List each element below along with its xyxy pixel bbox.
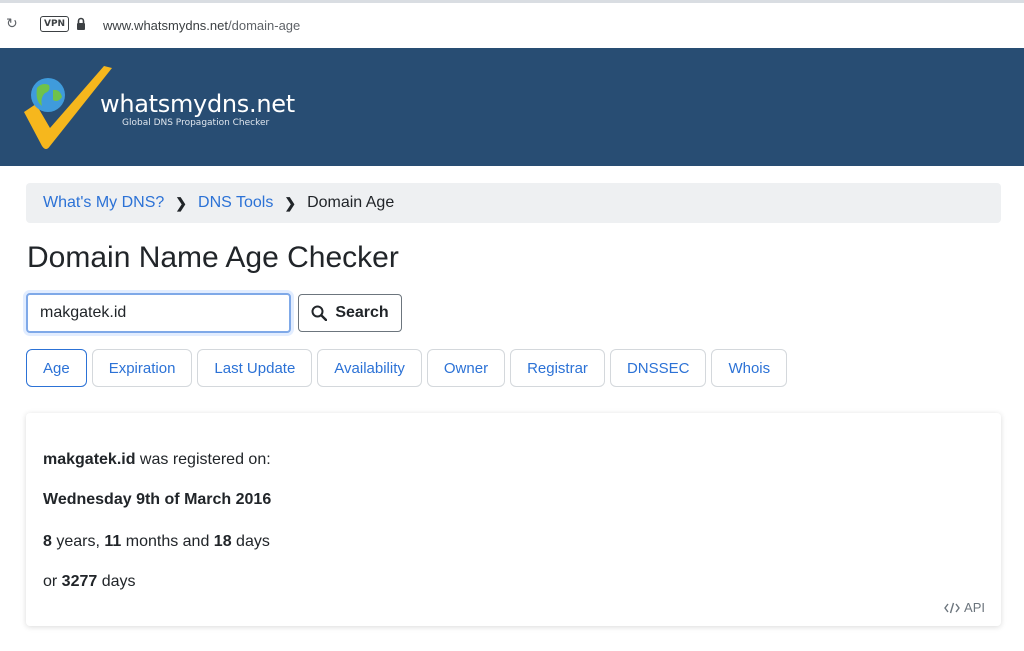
breadcrumb-link-home[interactable]: What's My DNS? [43,194,164,212]
total-days-word: days [97,573,136,590]
site-header: whatsmydns.net Global DNS Propagation Ch… [0,48,1024,166]
breadcrumb-current: Domain Age [307,194,395,211]
result-card: makgatek.id was registered on: Wednesday… [26,413,1001,626]
code-icon [944,602,960,613]
tab-availability[interactable]: Availability [317,349,422,387]
address-bar[interactable]: www.whatsmydns.net/domain-age [103,18,300,33]
url-host: www.whatsmydns.net [103,18,228,33]
tool-tabs: Age Expiration Last Update Availability … [26,349,792,387]
age-years: 8 [43,533,52,550]
tab-expiration[interactable]: Expiration [91,349,193,387]
age-breakdown: 8 years, 11 months and 18 days [43,533,270,551]
months-word: months and [121,533,214,550]
registration-date: Wednesday 9th of March 2016 [43,491,272,508]
lock-icon[interactable] [76,17,86,31]
chevron-right-icon: ❯ [284,194,297,211]
tab-owner[interactable]: Owner [426,349,506,387]
chevron-right-icon: ❯ [175,194,188,211]
api-link[interactable]: API [944,600,985,615]
page-title: Domain Name Age Checker [27,241,399,274]
tab-dnssec[interactable]: DNSSEC [609,349,707,387]
days-word: days [231,533,270,550]
tab-registrar[interactable]: Registrar [510,349,605,387]
age-total-days: or 3277 days [43,573,136,591]
result-domain: makgatek.id [43,451,136,468]
total-days: 3277 [61,573,98,590]
search-button-label: Search [335,304,389,321]
browser-toolbar: ↻ VPN www.whatsmydns.net/domain-age [0,0,1024,46]
registration-line: makgatek.id was registered on: [43,451,271,469]
registered-text: was registered on: [135,451,271,468]
years-word: years, [51,533,105,550]
breadcrumb-link-dns-tools[interactable]: DNS Tools [198,194,273,212]
tab-age[interactable]: Age [26,349,87,387]
site-name[interactable]: whatsmydns.net [100,90,295,118]
api-label: API [964,600,985,615]
breadcrumb: What's My DNS? ❯ DNS Tools ❯ Domain Age [26,183,1001,223]
site-tagline: Global DNS Propagation Checker [122,118,270,128]
tab-whois[interactable]: Whois [711,349,788,387]
domain-search-input[interactable] [26,293,291,333]
url-path: /domain-age [228,18,301,33]
search-button[interactable]: Search [298,294,402,332]
vpn-badge[interactable]: VPN [40,16,70,32]
age-months: 11 [104,533,122,550]
search-icon [311,305,328,321]
reload-icon[interactable]: ↻ [6,15,18,32]
age-days: 18 [213,533,232,550]
tab-last-update[interactable]: Last Update [197,349,313,387]
or-word: or [43,573,62,590]
